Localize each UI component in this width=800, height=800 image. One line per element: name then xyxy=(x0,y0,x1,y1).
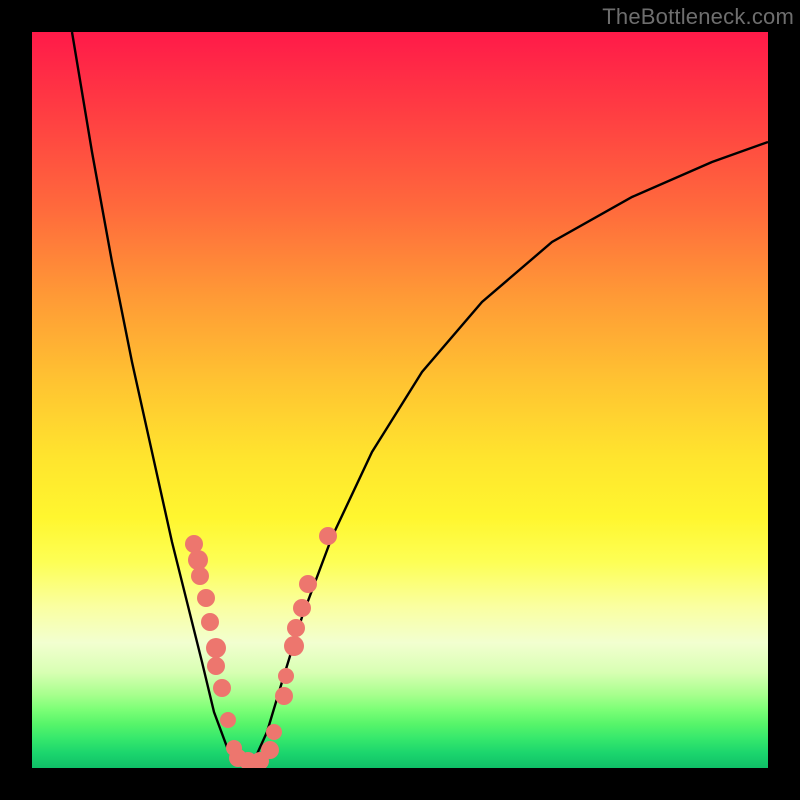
data-point xyxy=(220,712,236,728)
data-point xyxy=(197,589,215,607)
data-point xyxy=(293,599,311,617)
data-point xyxy=(275,687,293,705)
data-point xyxy=(319,527,337,545)
data-point xyxy=(188,550,208,570)
plot-area xyxy=(32,32,768,768)
data-point xyxy=(191,567,209,585)
chart-frame: TheBottleneck.com xyxy=(0,0,800,800)
data-point xyxy=(266,724,282,740)
data-point xyxy=(287,619,305,637)
data-point xyxy=(201,613,219,631)
chart-svg xyxy=(32,32,768,768)
data-point xyxy=(284,636,304,656)
data-point xyxy=(213,679,231,697)
data-point xyxy=(207,657,225,675)
watermark-text: TheBottleneck.com xyxy=(602,4,794,30)
data-point xyxy=(261,741,279,759)
data-point xyxy=(299,575,317,593)
curve-right-ascent xyxy=(252,142,768,765)
data-point xyxy=(278,668,294,684)
data-point xyxy=(206,638,226,658)
